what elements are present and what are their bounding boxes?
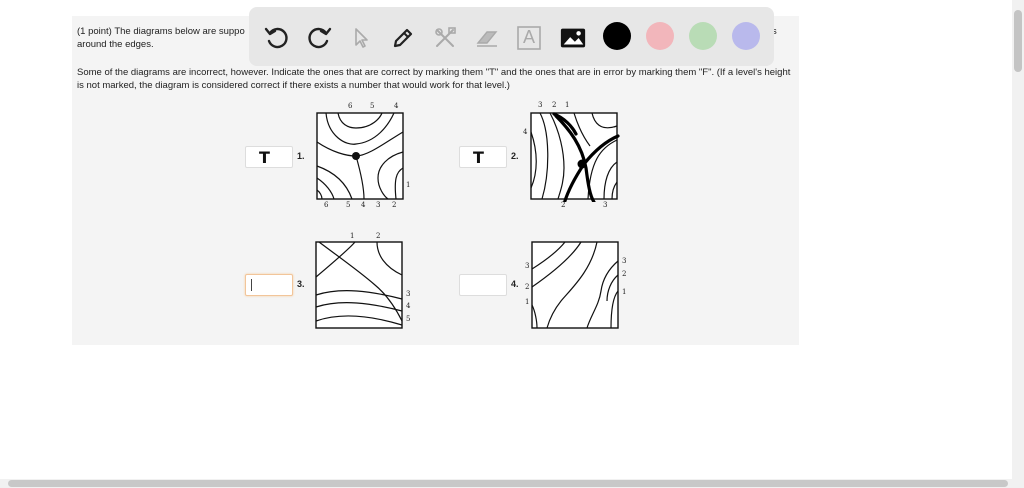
d2-top-label: 1: [565, 101, 570, 109]
d3-top-label: 2: [376, 232, 381, 240]
d2-top-label: 2: [552, 101, 557, 109]
d3-right-label: 4: [406, 302, 411, 310]
diagram-4-number: 4.: [511, 279, 519, 289]
eraser-icon[interactable]: [473, 24, 501, 52]
d3-top-label: 1: [350, 232, 355, 240]
intro-text-line1: (1 point) The diagrams below are suppo: [77, 26, 245, 37]
d1-right-label: 1: [406, 181, 411, 189]
answer-value-2: T: [473, 148, 484, 167]
d4-right-label: 1: [622, 288, 627, 296]
contour-diagram-3: [315, 241, 403, 329]
answer-field-2[interactable]: T: [459, 146, 507, 168]
diagram-1-number: 1.: [297, 151, 305, 161]
answer-value-1: T: [259, 148, 270, 167]
d1-top-label: 6: [348, 102, 353, 110]
d1-bottom-label: 3: [376, 201, 381, 209]
d3-right-label: 3: [406, 290, 411, 298]
diagram-2-number: 2.: [511, 151, 519, 161]
vertical-scrollbar[interactable]: [1012, 0, 1024, 488]
d4-left-label: 1: [525, 298, 530, 306]
text-icon[interactable]: A: [515, 24, 543, 52]
text-caret: [251, 279, 252, 291]
d1-bottom-label: 6: [324, 201, 329, 209]
color-black-swatch[interactable]: [603, 22, 631, 50]
intro-text-line2: around the edges.: [77, 39, 154, 50]
d2-bottom-label: 3: [603, 201, 608, 209]
answer-field-3[interactable]: [245, 274, 293, 296]
d1-bottom-label: 4: [361, 201, 366, 209]
image-icon[interactable]: [559, 24, 587, 52]
contour-diagram-2: [530, 112, 620, 202]
color-purple-swatch[interactable]: [732, 22, 760, 50]
d2-bottom-label: 2: [561, 201, 566, 209]
d1-bottom-label: 5: [346, 201, 351, 209]
horizontal-scrollbar[interactable]: [0, 479, 1012, 488]
d1-bottom-label: 2: [392, 201, 397, 209]
tools-icon[interactable]: [431, 24, 459, 52]
pointer-icon[interactable]: [347, 24, 375, 52]
d4-right-label: 3: [622, 257, 627, 265]
color-green-swatch[interactable]: [689, 22, 717, 50]
answer-field-4[interactable]: [459, 274, 507, 296]
redo-icon[interactable]: [305, 24, 333, 52]
contour-diagram-1: [316, 112, 404, 200]
d1-top-label: 4: [394, 102, 399, 110]
answer-field-1[interactable]: T: [245, 146, 293, 168]
d2-top-label: 3: [538, 101, 543, 109]
d3-right-label: 5: [406, 315, 411, 323]
color-pink-swatch[interactable]: [646, 22, 674, 50]
vertical-scroll-thumb[interactable]: [1014, 10, 1022, 72]
d4-right-label: 2: [622, 270, 627, 278]
d1-top-label: 5: [370, 102, 375, 110]
instructions-text: Some of the diagrams are incorrect, howe…: [77, 67, 791, 91]
d4-left-label: 3: [525, 262, 530, 270]
contour-diagram-4: [531, 241, 619, 329]
d4-left-label: 2: [525, 283, 530, 291]
undo-icon[interactable]: [263, 24, 291, 52]
horizontal-scroll-thumb[interactable]: [8, 480, 1008, 487]
d2-left-label: 4: [523, 128, 528, 136]
diagram-3-number: 3.: [297, 279, 305, 289]
pen-icon[interactable]: [389, 24, 417, 52]
text-icon-glyph: A: [523, 27, 536, 47]
drawing-toolbar: A: [249, 7, 774, 66]
